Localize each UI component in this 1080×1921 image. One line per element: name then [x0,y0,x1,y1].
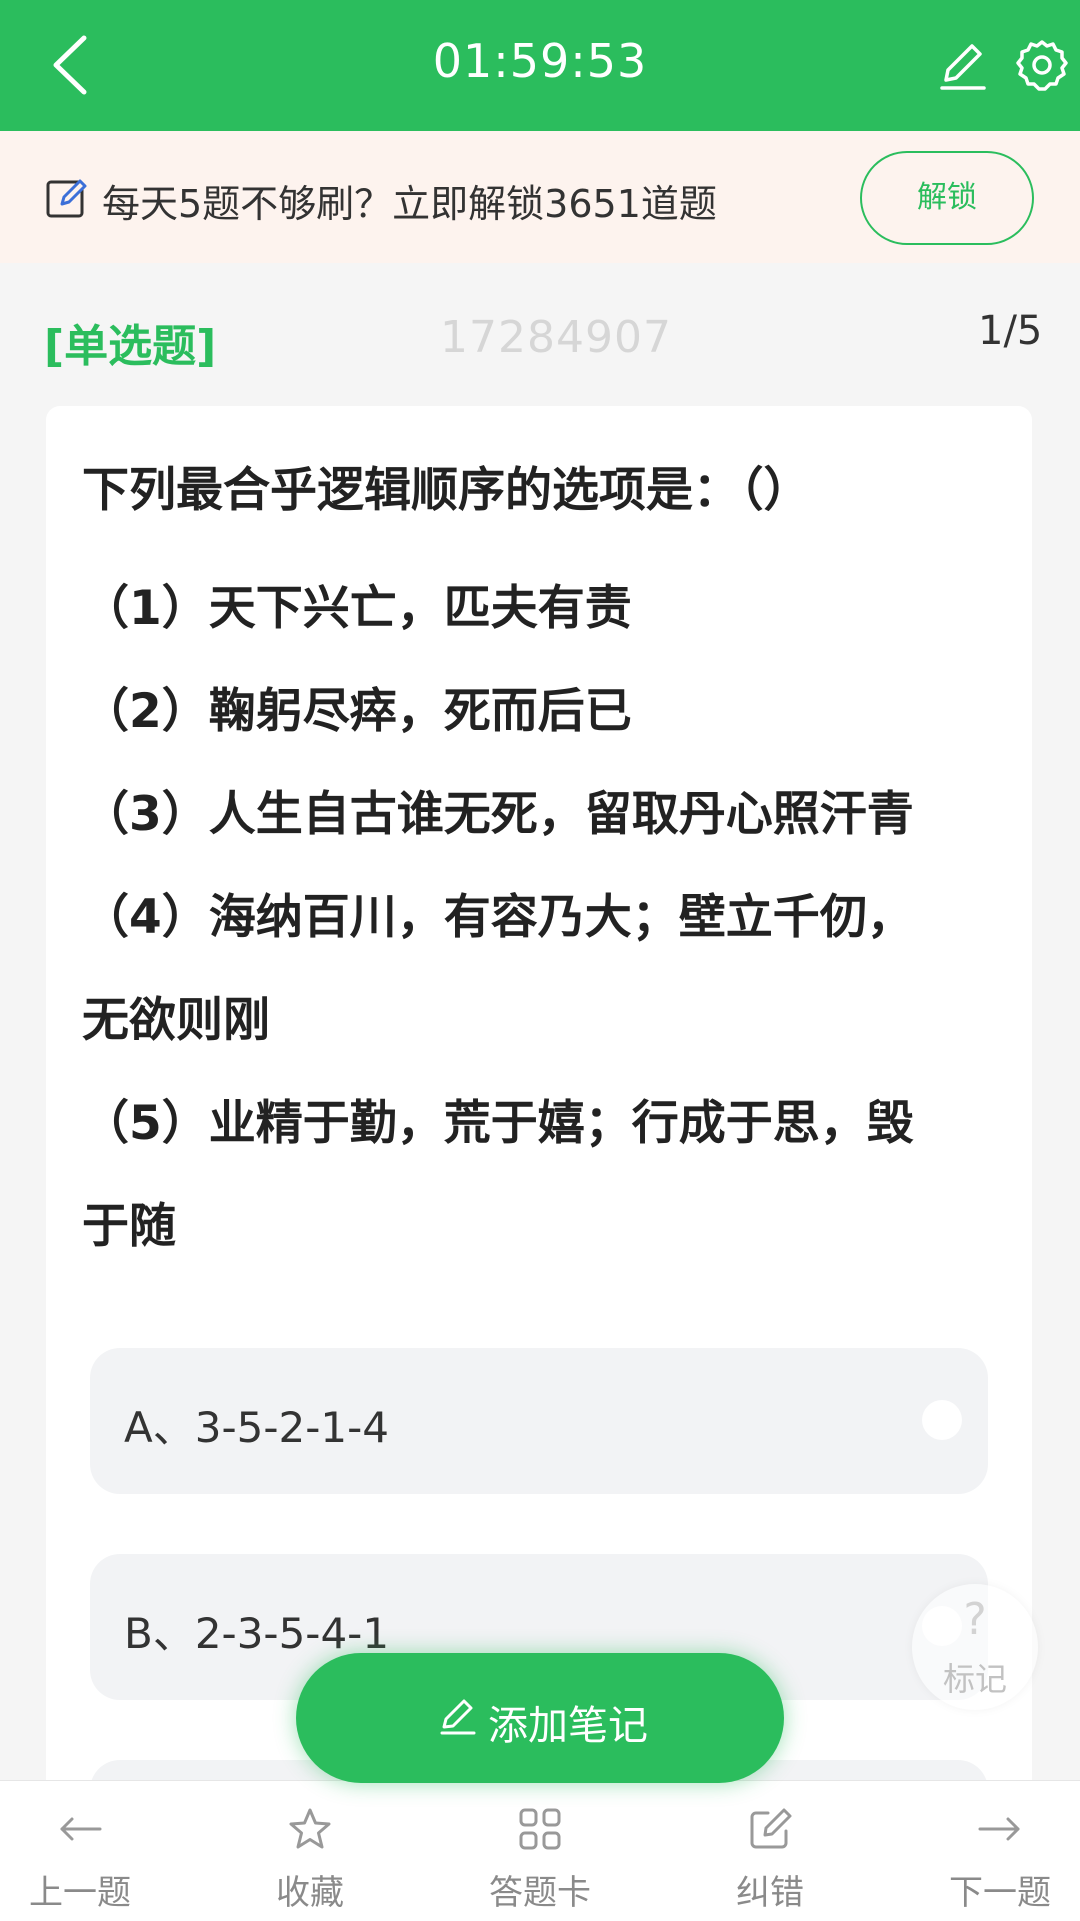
countdown-timer: 01:59:53 [432,34,648,88]
nav-label: 答题卡 [489,1873,591,1913]
gear-icon[interactable] [1012,36,1072,96]
stem-line: （2）鞠躬尽瘁，死而后已 [82,684,632,739]
unlock-button[interactable]: 解锁 [860,151,1034,245]
question-type: [单选题] [44,321,217,372]
stem-line: （5）业精于勤，荒于嬉；行成于思，毁 [82,1096,914,1151]
option-a[interactable]: A、3-5-2-1-4 [90,1348,988,1494]
arrow-right-icon [978,1817,1020,1841]
mark-button[interactable]: ? 标记 [912,1584,1038,1710]
edit-note-icon [46,179,87,218]
nav-label: 下一题 [949,1873,1051,1913]
nav-label: 上一题 [29,1873,131,1913]
top-bar: 01:59:53 [0,0,1080,131]
question-stem: 下列最合乎逻辑顺序的选项是：（） （1）天下兴亡，匹夫有责 （2）鞠躬尽瘁，死而… [82,454,1002,1278]
nav-label: 收藏 [276,1873,344,1913]
option-label: A、3-5-2-1-4 [124,1403,389,1452]
pencil-icon[interactable] [932,36,992,96]
question-id-watermark: 17284907 [440,312,672,363]
stem-line: 于随 [82,1199,176,1254]
edit-icon [750,1808,792,1849]
stem-line: （3）人生自古谁无死，留取丹心照汗青 [82,787,914,842]
grid-icon [519,1808,561,1850]
answer-card-button[interactable]: 答题卡 [460,1781,620,1921]
arrow-left-icon [60,1817,102,1841]
stem-line: （1）天下兴亡，匹夫有责 [82,581,632,636]
next-question-button[interactable]: 下一题 [920,1781,1080,1921]
favorite-button[interactable]: 收藏 [230,1781,390,1921]
star-icon [289,1808,331,1849]
stem-line: 下列最合乎逻辑顺序的选项是：（） [82,463,811,518]
question-position: 1/5 [978,308,1043,354]
add-note-button[interactable]: 添加笔记 [296,1653,784,1783]
option-radio[interactable] [922,1400,962,1440]
prev-question-button[interactable]: 上一题 [0,1781,160,1921]
question-mark-icon: ? [963,1594,987,1645]
bottom-nav: 上一题 收藏 答题卡 纠错 下一题 [0,1780,1080,1921]
add-note-label: 添加笔记 [488,1703,648,1749]
unlock-banner: 每天5题不够刷？立即解锁3651道题 解锁 [0,131,1080,263]
banner-text: 每天5题不够刷？立即解锁3651道题 [102,182,717,226]
report-error-button[interactable]: 纠错 [690,1781,850,1921]
nav-label: 纠错 [736,1873,804,1913]
pencil-icon [440,1699,476,1735]
stem-line: 无欲则刚 [82,993,270,1048]
mark-label: 标记 [942,1660,1007,1698]
stem-line: （4）海纳百川，有容乃大；壁立千仞， [82,890,914,945]
option-label: B、2-3-5-4-1 [124,1609,390,1658]
